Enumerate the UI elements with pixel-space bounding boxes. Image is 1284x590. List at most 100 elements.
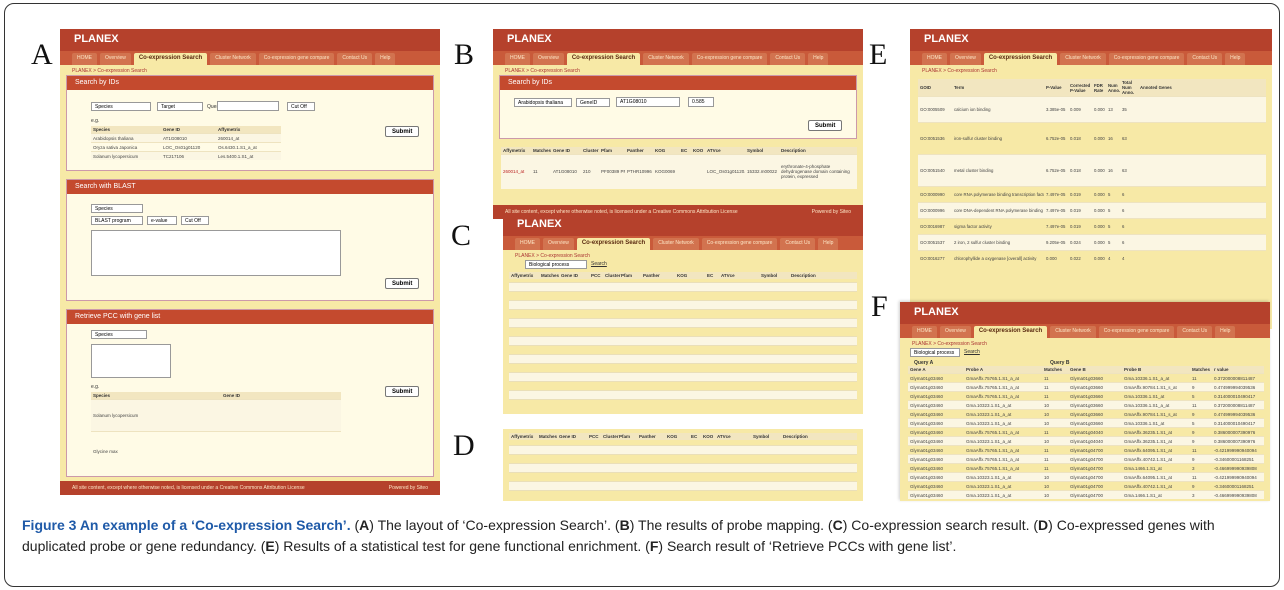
blast-cutoff-select[interactable]: Cut Off — [181, 216, 209, 225]
gene-list-textarea[interactable] — [91, 344, 171, 378]
header-affymetrix: Affymetrix — [216, 126, 281, 134]
table-cell: Glyma01g04700 — [1068, 481, 1122, 491]
enrichment-table: GOID Term P-Value Corrected P-Value FDR Rate… — [918, 79, 1266, 267]
table-cell: 0.314000010490417 — [1212, 418, 1264, 428]
tab-gene-compare[interactable]: Co-expression gene compare — [1098, 326, 1175, 338]
table-row — [509, 327, 857, 336]
tab-gene-compare[interactable]: Co-expression gene compare — [691, 53, 768, 65]
tab-help[interactable]: Help — [1215, 326, 1236, 338]
table-cell: 10 — [1042, 490, 1068, 499]
nav-tabs: HOME Overview Co-expression Search Clust… — [493, 51, 863, 65]
table-row — [509, 372, 857, 381]
table-cell: GmaAffx.75765.1.S1_a_at — [964, 427, 1042, 437]
query-input[interactable] — [217, 101, 279, 111]
tab-overview[interactable]: Overview — [533, 53, 564, 65]
tab-coexpression-search[interactable]: Co-expression Search — [133, 53, 208, 65]
cutoff-input[interactable]: 0.585 — [688, 97, 714, 107]
tab-cluster-network[interactable]: Cluster Network — [1050, 326, 1096, 338]
pcc-eg-label: e.g. — [91, 384, 100, 390]
sequence-textarea[interactable] — [91, 230, 341, 276]
species-select[interactable]: Arabidopsis thaliana — [514, 98, 572, 107]
tab-home[interactable]: HOME — [505, 53, 530, 65]
blast-species-select[interactable]: Species — [91, 204, 143, 213]
query-input[interactable]: AT1G08010 — [616, 97, 680, 107]
tab-overview[interactable]: Overview — [940, 326, 971, 338]
pcc-table: Gene A Probe A Matches Gene B Probe B Matches… — [908, 366, 1264, 499]
table-cell: 11 — [1042, 445, 1068, 455]
tab-overview[interactable]: Overview — [100, 53, 131, 65]
panel-label-d: D — [453, 429, 475, 462]
table-row — [509, 399, 857, 408]
table-cell: 11 — [1042, 463, 1068, 473]
table-cell: -0.421999990940094 — [1212, 445, 1264, 455]
table-cell: 11 — [1190, 400, 1212, 410]
affy-link[interactable]: 260014_at — [501, 154, 531, 189]
tab-gene-compare[interactable]: Co-expression gene compare — [1108, 53, 1185, 65]
tab-coexpression-search[interactable]: Co-expression Search — [566, 53, 641, 65]
table-row: Solanum lycopersicum TC217106 Les.5400.1.S… — [91, 151, 281, 160]
tab-gene-compare[interactable]: Co-expression gene compare — [701, 238, 778, 250]
table-cell: 9 — [1190, 436, 1212, 446]
table-cell: Glyma01g03460 — [908, 373, 964, 383]
blast-program-select[interactable]: BLAST program — [91, 216, 143, 225]
target-select[interactable]: GeneID — [576, 98, 610, 107]
tab-home[interactable]: HOME — [912, 326, 937, 338]
tab-home[interactable]: HOME — [72, 53, 97, 65]
cutoff-select[interactable]: Cut Off — [287, 102, 315, 111]
tab-home[interactable]: HOME — [922, 53, 947, 65]
tab-coexpression-search[interactable]: Co-expression Search — [973, 326, 1048, 338]
tab-help[interactable]: Help — [1225, 53, 1246, 65]
tab-contact[interactable]: Contact Us — [780, 238, 816, 250]
table-cell: Glyma01g03460 — [908, 454, 964, 464]
tab-contact[interactable]: Contact Us — [1187, 53, 1223, 65]
table-row: Solanum lycopersicum — [91, 399, 341, 432]
tab-gene-compare[interactable]: Co-expression gene compare — [258, 53, 335, 65]
table-row — [509, 336, 857, 345]
tab-overview[interactable]: Overview — [950, 53, 981, 65]
blast-submit-button[interactable]: Submit — [385, 278, 420, 289]
go-filter-button[interactable]: Search — [591, 261, 607, 267]
tab-cluster-network[interactable]: Cluster Network — [1060, 53, 1106, 65]
table-cell: 11 — [1042, 382, 1068, 392]
tab-contact[interactable]: Contact Us — [770, 53, 806, 65]
evalue-select[interactable]: e-value — [147, 216, 177, 225]
tab-coexpression-search[interactable]: Co-expression Search — [576, 238, 651, 250]
breadcrumb[interactable]: PLANEX > Co-expression Search — [910, 65, 1272, 77]
tab-coexpression-search[interactable]: Co-expression Search — [983, 53, 1058, 65]
table-cell: Gma.10323.1.S1_a_at — [964, 436, 1042, 446]
table-cell: Glyma01g03460 — [908, 472, 964, 482]
table-cell: -0.34600001168251 — [1212, 481, 1264, 491]
screenshot-f: PLANEX HOME Overview Co-expression Searc… — [900, 302, 1270, 501]
go-filter-select[interactable]: Biological process — [525, 260, 587, 269]
tab-cluster-network[interactable]: Cluster Network — [210, 53, 256, 65]
table-cell: Gma.10336.1.S1_at — [1122, 391, 1190, 401]
tab-home[interactable]: HOME — [515, 238, 540, 250]
footer: All site content, except where otherwise… — [60, 481, 440, 495]
tab-cluster-network[interactable]: Cluster Network — [653, 238, 699, 250]
submit-button[interactable]: Submit — [808, 120, 843, 131]
pcc-species-select[interactable]: Species — [91, 330, 147, 339]
table-cell: GmaAffx.40742.1.S1_at — [1122, 454, 1190, 464]
figure-frame: A B C D E F PLANEX HOME Overview Co-expr… — [4, 3, 1280, 587]
table-row — [509, 390, 857, 399]
example-table: Species Gene ID Affymetrix Arabidopsis tha… — [91, 126, 281, 160]
submit-button[interactable]: Submit — [385, 126, 420, 137]
tab-help[interactable]: Help — [818, 238, 839, 250]
tab-help[interactable]: Help — [808, 53, 829, 65]
tab-contact[interactable]: Contact Us — [337, 53, 373, 65]
panel-label-f: F — [871, 290, 888, 323]
tab-contact[interactable]: Contact Us — [1177, 326, 1213, 338]
tab-cluster-network[interactable]: Cluster Network — [643, 53, 689, 65]
search-by-ids-panel: Search by IDs Arabidopsis thaliana GeneI… — [499, 75, 857, 139]
tab-overview[interactable]: Overview — [543, 238, 574, 250]
table-cell: GmaAffx.90784.1.S1_s_at — [1122, 409, 1190, 419]
target-select[interactable]: Target — [157, 102, 203, 111]
table-row — [509, 345, 857, 354]
species-select[interactable]: Species — [91, 102, 151, 111]
tab-help[interactable]: Help — [375, 53, 396, 65]
go-filter-button[interactable]: Search — [964, 349, 980, 355]
pcc-submit-button[interactable]: Submit — [385, 386, 420, 397]
table-cell: GmaAffx.64095.1.S1_at — [1122, 445, 1190, 455]
screenshot-d: Affymetrix Matches Gene ID PCC Cluster Pfam Pa… — [503, 429, 863, 501]
go-filter-select[interactable]: Biological process — [910, 348, 960, 357]
